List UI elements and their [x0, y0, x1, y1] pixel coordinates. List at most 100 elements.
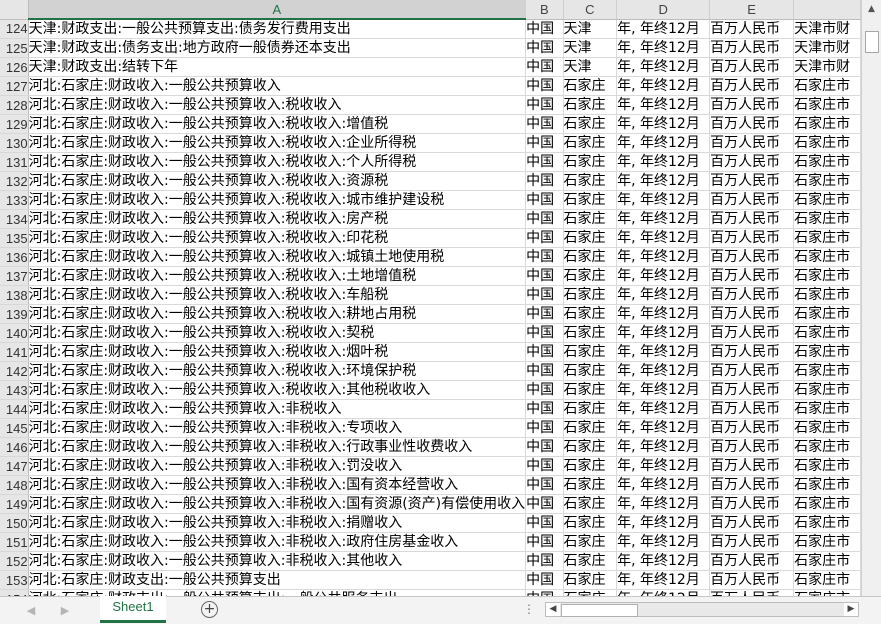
cell-f[interactable]: 石家庄市	[793, 285, 861, 305]
cell-c[interactable]: 石家庄	[563, 456, 618, 476]
cell-c[interactable]: 石家庄	[563, 399, 618, 419]
vertical-scroll-thumb[interactable]	[865, 31, 879, 53]
row-header[interactable]: 143	[0, 380, 29, 400]
cell-e[interactable]: 百万人民币	[709, 342, 795, 362]
add-sheet-plus-icon[interactable]: +	[201, 601, 218, 618]
cell-a[interactable]: 河北:石家庄:财政收入:一般公共预算收入:税收收入:土地增值税	[28, 266, 527, 286]
cell-c[interactable]: 石家庄	[563, 190, 618, 210]
cell-a[interactable]: 河北:石家庄:财政收入:一般公共预算收入:税收收入:契税	[28, 323, 527, 343]
cell-b[interactable]: 中国	[525, 570, 564, 590]
cell-a[interactable]: 河北:石家庄:财政收入:一般公共预算收入:非税收入:政府住房基金收入	[28, 532, 527, 552]
cell-b[interactable]: 中国	[525, 19, 564, 39]
cell-d[interactable]: 年, 年终12月	[616, 551, 711, 571]
row-header[interactable]: 139	[0, 304, 29, 324]
cell-c[interactable]: 石家庄	[563, 209, 618, 229]
cell-b[interactable]: 中国	[525, 551, 564, 571]
cell-c[interactable]: 石家庄	[563, 304, 618, 324]
column-header-b[interactable]: B	[525, 0, 564, 20]
cell-a[interactable]: 河北:石家庄:财政收入:一般公共预算收入:税收收入:印花税	[28, 228, 527, 248]
cell-c[interactable]: 石家庄	[563, 513, 618, 533]
cell-c[interactable]: 石家庄	[563, 380, 618, 400]
cell-a[interactable]: 天津:财政支出:结转下年	[28, 57, 527, 77]
cell-d[interactable]: 年, 年终12月	[616, 171, 711, 191]
cell-c[interactable]: 天津	[563, 19, 618, 39]
cell-a[interactable]: 天津:财政支出:债务支出:地方政府一般债券还本支出	[28, 38, 527, 58]
cell-b[interactable]: 中国	[525, 399, 564, 419]
cell-f[interactable]: 石家庄市	[793, 304, 861, 324]
cell-b[interactable]: 中国	[525, 513, 564, 533]
cell-a[interactable]: 河北:石家庄:财政收入:一般公共预算收入:非税收入	[28, 399, 527, 419]
cell-d[interactable]: 年, 年终12月	[616, 285, 711, 305]
cell-b[interactable]: 中国	[525, 532, 564, 552]
cell-a[interactable]: 河北:石家庄:财政收入:一般公共预算收入:税收收入:资源税	[28, 171, 527, 191]
cell-e[interactable]: 百万人民币	[709, 437, 795, 457]
cell-d[interactable]: 年, 年终12月	[616, 494, 711, 514]
cell-f[interactable]: 石家庄市	[793, 494, 861, 514]
cell-a[interactable]: 河北:石家庄:财政收入:一般公共预算收入:税收收入:房产税	[28, 209, 527, 229]
cell-b[interactable]: 中国	[525, 304, 564, 324]
cell-e[interactable]: 百万人民币	[709, 209, 795, 229]
cell-d[interactable]: 年, 年终12月	[616, 228, 711, 248]
row-header[interactable]: 135	[0, 228, 29, 248]
cell-c[interactable]: 石家庄	[563, 247, 618, 267]
cell-d[interactable]: 年, 年终12月	[616, 399, 711, 419]
cell-f[interactable]: 石家庄市	[793, 570, 861, 590]
cell-a[interactable]: 河北:石家庄:财政收入:一般公共预算收入:税收收入:车船税	[28, 285, 527, 305]
cell-e[interactable]: 百万人民币	[709, 361, 795, 381]
cell-f[interactable]: 石家庄市	[793, 418, 861, 438]
cell-e[interactable]: 百万人民币	[709, 266, 795, 286]
row-header[interactable]: 141	[0, 342, 29, 362]
cell-e[interactable]: 百万人民币	[709, 95, 795, 115]
cell-c[interactable]: 石家庄	[563, 285, 618, 305]
cell-e[interactable]: 百万人民币	[709, 247, 795, 267]
sheet-nav-next-icon[interactable]: ▶	[58, 604, 72, 617]
cell-b[interactable]: 中国	[525, 437, 564, 457]
cell-c[interactable]: 石家庄	[563, 475, 618, 495]
cell-a[interactable]: 河北:石家庄:财政收入:一般公共预算收入:税收收入:增值税	[28, 114, 527, 134]
row-header[interactable]: 129	[0, 114, 29, 134]
cell-a[interactable]: 河北:石家庄:财政收入:一般公共预算收入:税收收入:环境保护税	[28, 361, 527, 381]
cell-e[interactable]: 百万人民币	[709, 418, 795, 438]
cell-f[interactable]: 石家庄市	[793, 342, 861, 362]
column-header-a[interactable]: A	[28, 0, 527, 20]
cell-a[interactable]: 河北:石家庄:财政收入:一般公共预算收入:税收收入:城镇土地使用税	[28, 247, 527, 267]
column-header-f[interactable]	[793, 0, 861, 20]
cell-c[interactable]: 石家庄	[563, 133, 618, 153]
cell-e[interactable]: 百万人民币	[709, 551, 795, 571]
cell-e[interactable]: 百万人民币	[709, 190, 795, 210]
row-header[interactable]: 146	[0, 437, 29, 457]
cell-e[interactable]: 百万人民币	[709, 304, 795, 324]
cell-b[interactable]: 中国	[525, 323, 564, 343]
cell-b[interactable]: 中国	[525, 418, 564, 438]
row-header[interactable]: 153	[0, 570, 29, 590]
vertical-scrollbar[interactable]: ▲	[861, 0, 881, 596]
cell-a[interactable]: 河北:石家庄:财政收入:一般公共预算收入	[28, 76, 527, 96]
row-header[interactable]: 138	[0, 285, 29, 305]
select-all-corner[interactable]	[0, 0, 29, 20]
cell-f[interactable]: 石家庄市	[793, 190, 861, 210]
cell-d[interactable]: 年, 年终12月	[616, 475, 711, 495]
cell-e[interactable]: 百万人民币	[709, 475, 795, 495]
cell-f[interactable]: 石家庄市	[793, 456, 861, 476]
cell-d[interactable]: 年, 年终12月	[616, 266, 711, 286]
cell-b[interactable]: 中国	[525, 361, 564, 381]
cell-f[interactable]: 石家庄市	[793, 380, 861, 400]
cell-c[interactable]: 石家庄	[563, 228, 618, 248]
cell-c[interactable]: 石家庄	[563, 342, 618, 362]
cell-e[interactable]: 百万人民币	[709, 456, 795, 476]
cell-a[interactable]: 河北:石家庄:财政收入:一般公共预算收入:非税收入:专项收入	[28, 418, 527, 438]
cell-c[interactable]: 石家庄	[563, 532, 618, 552]
splitter-dots-icon[interactable]: ⋮	[523, 602, 535, 616]
cell-c[interactable]: 石家庄	[563, 494, 618, 514]
cell-f[interactable]: 天津市财	[793, 38, 861, 58]
cell-d[interactable]: 年, 年终12月	[616, 76, 711, 96]
cell-e[interactable]: 百万人民币	[709, 57, 795, 77]
cell-a[interactable]: 河北:石家庄:财政收入:一般公共预算收入:非税收入:国有资源(资产)有偿使用收入	[28, 494, 527, 514]
cell-a[interactable]: 天津:财政支出:一般公共预算支出:债务发行费用支出	[28, 19, 527, 39]
row-header[interactable]: 124	[0, 19, 29, 39]
row-header[interactable]: 137	[0, 266, 29, 286]
cell-a[interactable]: 河北:石家庄:财政收入:一般公共预算收入:非税收入:行政事业性收费收入	[28, 437, 527, 457]
row-header[interactable]: 131	[0, 152, 29, 172]
cell-a[interactable]: 河北:石家庄:财政收入:一般公共预算收入:税收收入	[28, 95, 527, 115]
cell-d[interactable]: 年, 年终12月	[616, 323, 711, 343]
